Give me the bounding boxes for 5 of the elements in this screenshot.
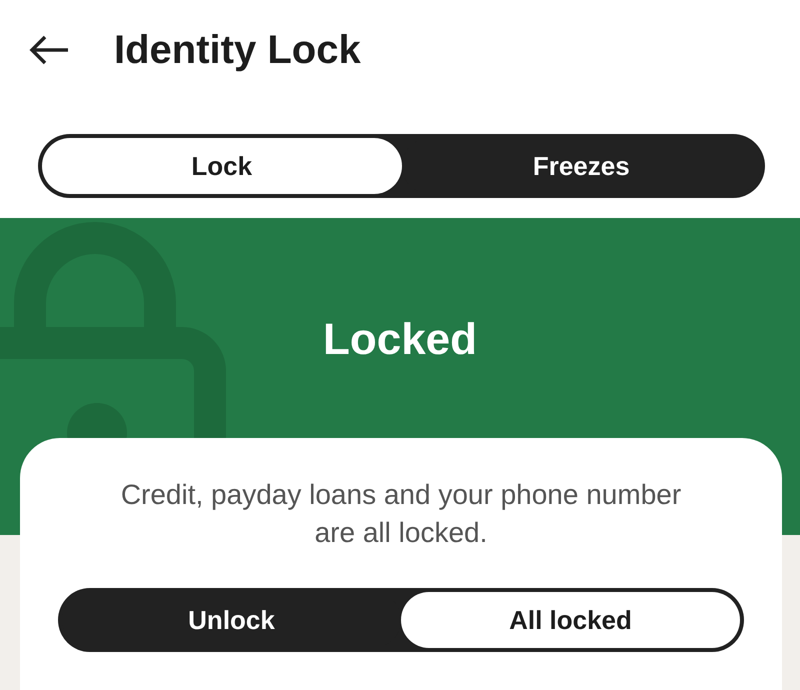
status-title: Locked — [322, 314, 478, 365]
toggle-option[interactable]: All locked — [401, 592, 740, 648]
tab[interactable]: Lock — [42, 138, 402, 194]
status-message: Credit, payday loans and your phone number are all locked. — [120, 478, 682, 550]
page-title: Identity Lock — [114, 28, 361, 72]
